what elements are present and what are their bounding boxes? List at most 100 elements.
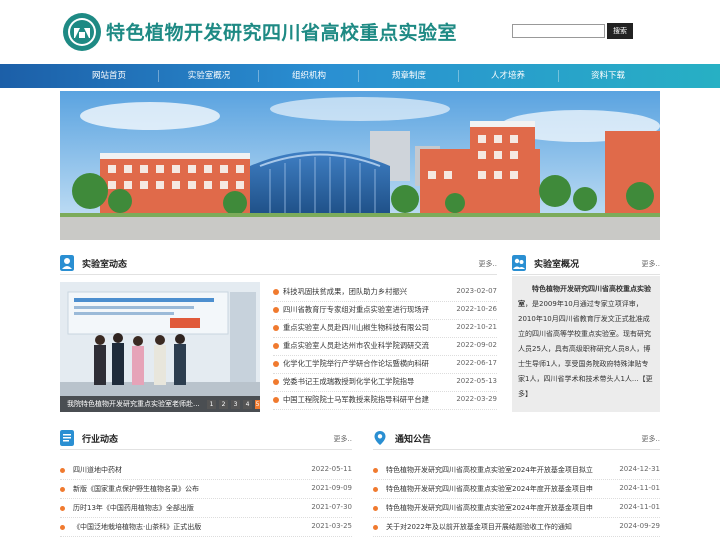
news-item[interactable]: 四川省教育厅专家组对重点实验室进行现场评 2022-10-26 [273,302,497,320]
news-title[interactable]: 四川省教育厅专家组对重点实验室进行现场评 [283,305,438,315]
news-date: 2022-09-02 [456,341,497,349]
news-date: 2022-05-13 [456,377,497,385]
news-item[interactable]: 党委书记王成瑞教授到化学化工学院指导 2022-05-13 [273,374,497,392]
list-item[interactable]: 历时13年《中国药用植物志》全部出版 2021-07-30 [60,500,352,518]
list-date: 2021-07-30 [311,503,352,511]
news-date: 2022-03-29 [456,395,497,403]
list-title[interactable]: 历时13年《中国药用植物志》全部出版 [73,503,194,513]
news-date: 2022-10-26 [456,305,497,313]
news-title[interactable]: 化学化工学院举行产学研合作论坛暨横向科研 [283,359,438,369]
bullet-icon [273,379,279,385]
list-title[interactable]: 特色植物开发研究四川省高校重点实验室2024年度开放基金项目申 [386,503,616,513]
bullet-icon [273,307,279,313]
bullet-icon [273,397,279,403]
person-icon [60,255,74,271]
list-date: 2021-09-09 [311,484,352,492]
news-title[interactable]: 重点实验室人员赴达州市农业科学院调研交流 [283,341,438,351]
bullet-icon [60,468,65,473]
more-link[interactable]: 更多.. [642,434,660,444]
bullet-icon [60,506,65,511]
news-item[interactable]: 中国工程院院士马军教授来院指导科研平台建 2022-03-29 [273,392,497,410]
bullet-icon [273,361,279,367]
slide-dot[interactable]: 3 [231,400,240,409]
list-title[interactable]: 四川道地中药材 [73,465,122,475]
section-title: 实验室动态 [82,260,128,270]
bullet-icon [60,525,65,530]
bullet-icon [273,325,279,331]
more-link[interactable]: 更多.. [334,434,352,444]
news-date: 2022-10-21 [456,323,497,331]
location-pin-icon [374,431,386,445]
document-icon [60,430,74,446]
nav-item-overview[interactable]: 实验室概况 [159,64,259,88]
slide-caption-bar: 我院特色植物开发研究重点实验室老师赴... [60,396,260,412]
list-title[interactable]: 特色植物开发研究四川省高校重点实验室2024年度开放基金项目申 [386,484,616,494]
list-date: 2024-11-01 [619,503,660,511]
list-item[interactable]: 关于对2022年及以前开放基金项目开展结题验收工作的通知 2024-09-29 [373,519,660,537]
news-title[interactable]: 党委书记王成瑞教授到化学化工学院指导 [283,377,438,387]
list-item[interactable]: 四川道地中药材 2022-05-11 [60,462,352,480]
slide-caption[interactable]: 我院特色植物开发研究重点实验室老师赴... [67,396,202,412]
slide-dot[interactable]: 1 [207,400,216,409]
bullet-icon [273,343,279,349]
site-header: 特色植物开发研究四川省高校重点实验室 搜索 [0,0,720,64]
list-title[interactable]: 关于对2022年及以前开放基金项目开展结题验收工作的通知 [386,522,616,532]
news-date: 2022-06-17 [456,359,497,367]
list-title[interactable]: 特色植物开发研究四川省高校重点实验室2024年开放基金项目拟立 [386,465,616,475]
nav-item-regulations[interactable]: 规章制度 [359,64,459,88]
list-item[interactable]: 特色植物开发研究四川省高校重点实验室2024年开放基金项目拟立 2024-12-… [373,462,660,480]
nav-item-home[interactable]: 网站首页 [59,64,159,88]
list-date: 2024-09-29 [619,522,660,530]
list-item[interactable]: 特色植物开发研究四川省高校重点实验室2024年度开放基金项目申 2024-11-… [373,481,660,499]
list-title[interactable]: 《中国泛地栽培植物志·山茶科》正式出版 [73,522,201,532]
list-date: 2022-05-11 [311,465,352,473]
conference-photo [60,282,260,412]
campus-banner-image [60,91,660,240]
bullet-icon [373,525,378,530]
bullet-icon [373,506,378,511]
site-title: 特色植物开发研究四川省高校重点实验室 [106,22,458,44]
bullet-icon [373,468,378,473]
news-item[interactable]: 重点实验室人员赴四川山椒生物科技有限公司 2022-10-21 [273,320,497,338]
list-item[interactable]: 新版《国家重点保护野生植物名录》公布 2021-09-09 [60,481,352,499]
search-input[interactable] [512,24,605,38]
industry-news-header: 行业动态 更多.. [60,428,352,450]
overview-text: ，是2009年10月通过专家立项评审，2010年10月四川省教育厅发文正式批准成… [518,300,651,383]
people-icon [512,255,526,271]
news-title[interactable]: 重点实验室人员赴四川山椒生物科技有限公司 [283,323,438,333]
bullet-icon [273,289,279,295]
section-title: 通知公告 [395,435,432,445]
lab-news-header: 实验室动态 更多.. [60,253,497,275]
news-slideshow[interactable]: 我院特色植物开发研究重点实验室老师赴... 1 2 3 4 5 [60,282,260,412]
list-title[interactable]: 新版《国家重点保护野生植物名录》公布 [73,484,199,494]
slide-dot[interactable]: 5 [255,400,260,409]
lab-overview-summary: 特色植物开发研究四川省高校重点实验室，是2009年10月通过专家立项评审，201… [512,276,660,412]
list-item[interactable]: 特色植物开发研究四川省高校重点实验室2024年度开放基金项目申 2024-11-… [373,500,660,518]
news-item[interactable]: 化学化工学院举行产学研合作论坛暨横向科研 2022-06-17 [273,356,497,374]
notices-header: 通知公告 更多.. [373,428,660,450]
list-date: 2024-11-01 [619,484,660,492]
list-item[interactable]: 《中国泛地栽培植物志·山茶科》正式出版 2021-03-25 [60,519,352,537]
news-date: 2023-02-07 [456,287,497,295]
section-title: 行业动态 [82,435,119,445]
lab-overview-header: 实验室概况 更多.. [512,253,660,275]
news-title[interactable]: 中国工程院院士马军教授来院指导科研平台建 [283,395,438,405]
main-nav: 网站首页 实验室概况 组织机构 规章制度 人才培养 资料下载 [0,64,720,88]
news-item[interactable]: 科技巩固扶贫成果，团队助力乡村振兴 2023-02-07 [273,284,497,302]
section-title: 实验室概况 [534,260,580,270]
university-logo[interactable] [62,12,102,52]
bullet-icon [60,487,65,492]
more-link[interactable]: 更多.. [479,259,497,269]
bullet-icon [373,487,378,492]
slide-dot[interactable]: 2 [219,400,228,409]
list-date: 2021-03-25 [311,522,352,530]
news-title[interactable]: 科技巩固扶贫成果，团队助力乡村振兴 [283,287,438,297]
more-link[interactable]: 更多.. [642,259,660,269]
news-item[interactable]: 重点实验室人员赴达州市农业科学院调研交流 2022-09-02 [273,338,497,356]
search-button[interactable]: 搜索 [607,23,633,39]
list-date: 2024-12-31 [619,465,660,473]
nav-item-talent[interactable]: 人才培养 [458,64,558,88]
slide-dot[interactable]: 4 [243,400,252,409]
nav-item-organization[interactable]: 组织机构 [259,64,359,88]
nav-item-downloads[interactable]: 资料下载 [558,64,658,88]
